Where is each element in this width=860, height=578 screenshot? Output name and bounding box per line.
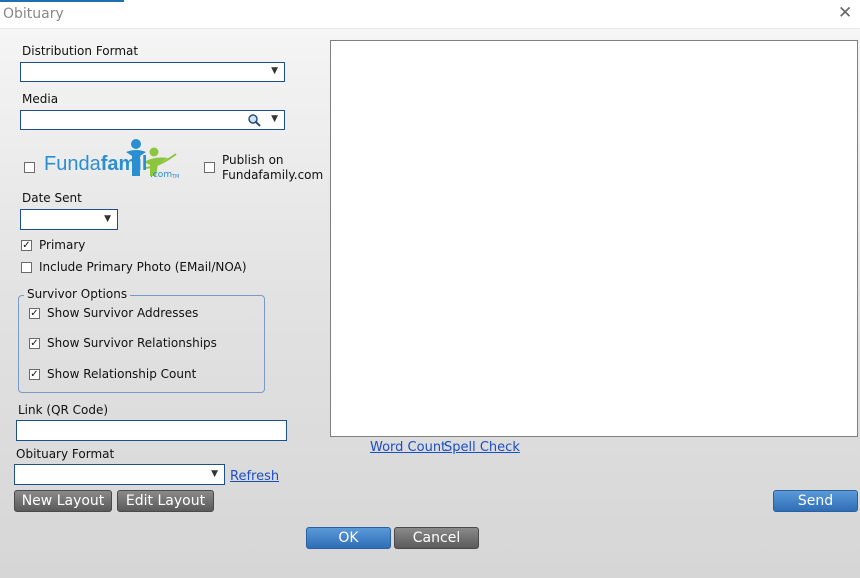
media-select[interactable]: ▼ [20, 110, 285, 130]
date-sent-picker[interactable]: ▼ [20, 209, 118, 230]
media-label: Media [22, 92, 59, 106]
close-icon[interactable]: ✕ [838, 3, 852, 23]
fundafamily-logo: Fundafamil .com TM [44, 138, 184, 184]
show-survivor-relationships-checkbox[interactable]: ✓ [29, 338, 40, 349]
ok-button[interactable]: OK [306, 527, 391, 549]
chevron-down-icon[interactable]: ▼ [271, 114, 278, 124]
obituary-format-select[interactable]: ▼ [14, 464, 225, 485]
primary-label: Primary [39, 238, 86, 252]
new-layout-button[interactable]: New Layout [14, 490, 112, 512]
chevron-down-icon[interactable]: ▼ [271, 66, 278, 76]
obituary-format-label: Obituary Format [16, 447, 115, 461]
show-survivor-relationships-label: Show Survivor Relationships [47, 336, 217, 350]
include-photo-checkbox[interactable] [21, 262, 32, 273]
show-survivor-addresses-label: Show Survivor Addresses [47, 306, 199, 320]
spell-check-link[interactable]: Spell Check [444, 440, 520, 455]
distribution-format-select[interactable]: ▼ [20, 62, 285, 82]
survivor-options-title: Survivor Options [24, 287, 131, 301]
show-relationship-count-label: Show Relationship Count [47, 367, 197, 381]
logo-text-part1: Funda [44, 153, 101, 175]
obituary-text-editor[interactable] [330, 40, 858, 437]
chevron-down-icon[interactable]: ▼ [104, 214, 111, 224]
title-bar [0, 0, 860, 29]
logo-tm: TM [172, 174, 180, 180]
edit-layout-button[interactable]: Edit Layout [117, 490, 214, 512]
chevron-down-icon[interactable]: ▼ [211, 469, 218, 479]
check-icon: ✓ [30, 338, 39, 349]
send-button[interactable]: Send [773, 490, 858, 512]
distribution-format-label: Distribution Format [22, 44, 139, 58]
logo-text-part2: famil [100, 153, 148, 175]
fundafamily-logo-checkbox[interactable] [24, 162, 35, 173]
include-photo-label: Include Primary Photo (EMail/NOA) [39, 260, 247, 274]
cancel-button[interactable]: Cancel [394, 527, 479, 549]
show-relationship-count-checkbox[interactable]: ✓ [29, 369, 40, 380]
search-icon[interactable] [247, 113, 261, 127]
window-title: Obituary [3, 6, 64, 22]
publish-fundafamily-label: Publish on Fundafamily.com [222, 153, 324, 182]
word-count-link[interactable]: Word Count [370, 440, 446, 455]
show-survivor-addresses-checkbox[interactable]: ✓ [29, 308, 40, 319]
primary-checkbox[interactable]: ✓ [21, 240, 32, 251]
link-qr-input[interactable] [16, 420, 287, 441]
refresh-link[interactable]: Refresh [230, 469, 279, 484]
check-icon: ✓ [30, 369, 39, 380]
date-sent-label: Date Sent [22, 191, 82, 205]
title-accent [0, 0, 124, 2]
check-icon: ✓ [30, 308, 39, 319]
logo-suffix: .com [150, 170, 173, 180]
check-icon: ✓ [22, 240, 31, 251]
link-qr-label: Link (QR Code) [18, 403, 109, 417]
publish-fundafamily-checkbox[interactable] [204, 162, 215, 173]
